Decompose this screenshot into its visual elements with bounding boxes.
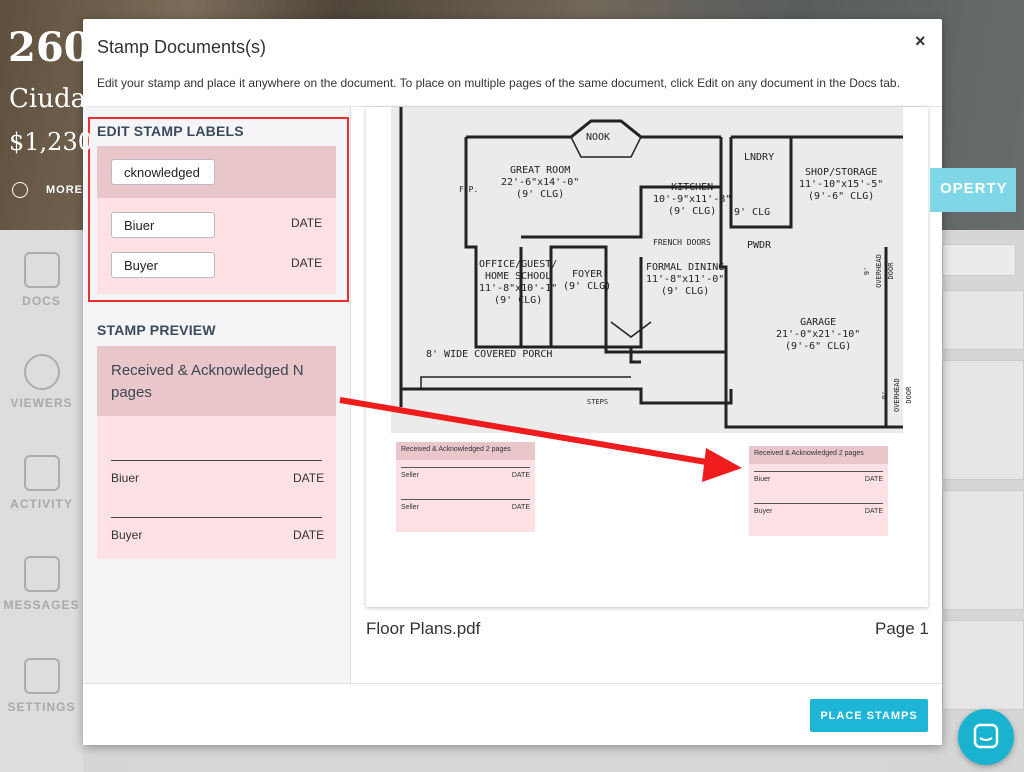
property-button[interactable]: OPERTY [930, 168, 1016, 212]
document-name: Floor Plans.pdf [366, 619, 481, 638]
room-label: F.P. [459, 185, 479, 194]
edit-stamp-header [97, 146, 336, 198]
date-label: DATE [291, 216, 323, 230]
preview-label: Biuer [111, 471, 140, 485]
edit-stamp-labels-heading: EDIT STAMP LABELS [97, 123, 244, 139]
document-pane: NOOK GREAT ROOM 22'-6"x14'-0" (9' CLG) L… [351, 107, 942, 683]
document-page[interactable]: NOOK GREAT ROOM 22'-6"x14'-0" (9' CLG) L… [366, 107, 928, 607]
stamp-preview-header: Received & Acknowledged N pages [97, 346, 336, 416]
location-pin-icon [12, 182, 28, 198]
room-label: FOYER (9' CLG) [563, 269, 612, 292]
signature-line [111, 460, 322, 461]
room-label: 9' OVERHEAD DOOR [863, 254, 895, 288]
room-label: KITCHEN 10'-9"x11'-8" (9' CLG) [653, 182, 732, 217]
floor-plan-image: NOOK GREAT ROOM 22'-6"x14'-0" (9' CLG) L… [391, 107, 913, 433]
stamp-editor-pane: EDIT STAMP LABELS DATE DATE STAMP PREVIE… [83, 107, 351, 683]
room-label: OFFICE/GUEST/ HOME SCHOOL 11'-8"x10'-1" … [479, 259, 558, 306]
room-label: SHOP/STORAGE 11'-10"x15'-5" (9'-6" CLG) [799, 167, 884, 202]
room-label: GARAGE 21'-0"x21'-10" (9'-6" CLG) [776, 317, 861, 352]
room-label: FORMAL DINING 11'-8"x11'-0" (9' CLG) [646, 262, 725, 297]
stamp-date: DATE [511, 472, 530, 479]
close-icon[interactable]: × [915, 31, 926, 52]
room-label: STEPS [587, 398, 609, 406]
stamp-label: Seller [401, 472, 419, 479]
placed-stamp-title: Received & Acknowledged 2 pages [749, 446, 888, 464]
signature-line [111, 517, 322, 518]
preview-date: DATE [293, 471, 325, 485]
document-page-number: Page 1 [875, 619, 929, 638]
property-price: $1,230 [9, 128, 93, 156]
signature-line [754, 471, 883, 472]
more-link[interactable]: MORE [12, 182, 83, 198]
stamp-label: Biuer [754, 476, 771, 483]
property-city: Ciuda [9, 84, 87, 114]
placed-stamp-body: Biuer DATE Buyer DATE [749, 464, 888, 536]
signature-line [754, 503, 883, 504]
preview-label: Buyer [111, 528, 143, 542]
preview-date: DATE [293, 528, 325, 542]
placed-stamp[interactable]: Received & Acknowledged 2 pages Seller D… [396, 442, 535, 532]
stamp-preview-heading: STAMP PREVIEW [97, 322, 216, 338]
label-2-input[interactable] [111, 252, 215, 278]
room-label: 9' OVERHEAD DOOR [881, 378, 913, 412]
chat-bubble-icon[interactable] [958, 709, 1014, 765]
room-label: GREAT ROOM 22'-6"x14'-0" (9' CLG) [501, 165, 580, 200]
modal-subtitle: Edit your stamp and place it anywhere on… [97, 76, 900, 90]
stamp-date: DATE [864, 508, 883, 515]
stamp-date: DATE [511, 504, 530, 511]
stamp-preview-title: Received & Acknowledged N pages [111, 362, 304, 401]
room-label: 9' CLG [734, 207, 771, 218]
label-1-input[interactable] [111, 212, 215, 238]
edit-stamp-body: DATE DATE [97, 198, 336, 294]
modal-title: Stamp Documents(s) [97, 37, 267, 57]
signature-line [401, 467, 530, 468]
stamp-documents-modal: Stamp Documents(s) × Edit your stamp and… [83, 19, 942, 745]
stamp-label: Seller [401, 504, 419, 511]
place-stamps-button[interactable]: PLACE STAMPS [810, 699, 928, 732]
placed-stamp-title: Received & Acknowledged 2 pages [396, 442, 535, 460]
placed-stamp[interactable]: Received & Acknowledged 2 pages Biuer DA… [749, 446, 888, 536]
stamp-preview-body: Biuer DATE Buyer DATE [97, 416, 336, 559]
stamp-date: DATE [864, 476, 883, 483]
chat-icon [973, 723, 999, 749]
date-label: DATE [291, 256, 323, 270]
placed-stamp-body: Seller DATE Seller DATE [396, 460, 535, 532]
modal-footer: PLACE STAMPS [83, 683, 942, 745]
room-label: LNDRY [744, 152, 775, 163]
more-label: MORE [46, 184, 83, 196]
stamp-title-input[interactable] [111, 159, 215, 185]
stamp-label: Buyer [754, 508, 773, 515]
signature-line [401, 499, 530, 500]
property-number: 260 [8, 24, 92, 71]
room-label: PWDR [747, 240, 772, 251]
room-label: 8' WIDE COVERED PORCH [426, 349, 553, 360]
room-label: FRENCH DOORS [653, 238, 711, 247]
room-label: NOOK [586, 132, 611, 143]
